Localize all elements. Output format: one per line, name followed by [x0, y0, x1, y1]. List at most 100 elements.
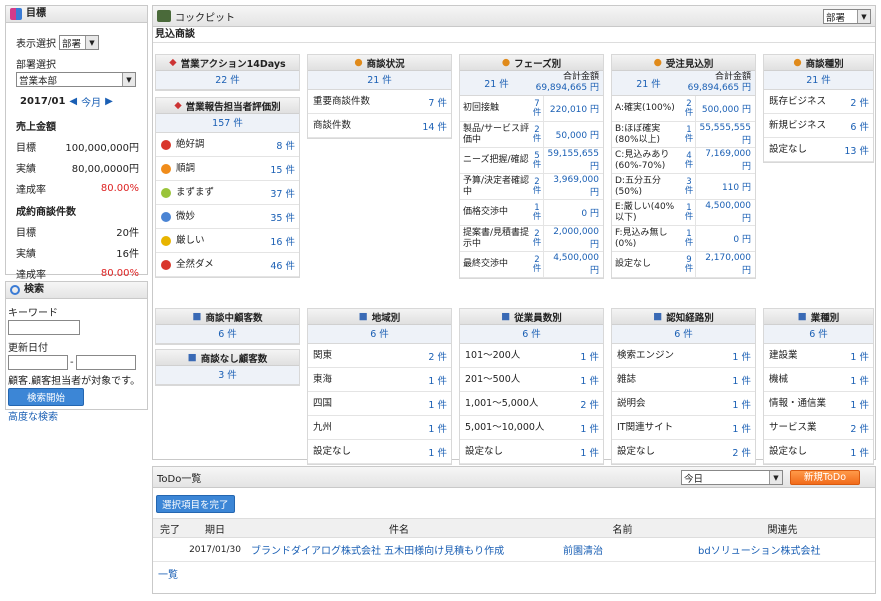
row-count-link[interactable]: 16 件 — [263, 234, 299, 248]
card-total-link[interactable]: 6 件 — [612, 325, 755, 344]
todo-related-link[interactable]: bdソリューション株式会社 — [690, 542, 875, 557]
card-total-link[interactable]: 21 件 — [308, 71, 451, 90]
row-amount-link[interactable]: 4,500,000 円 — [543, 252, 603, 277]
header-complete: 完了 — [160, 524, 180, 536]
row-count-link[interactable]: 14 件 — [415, 119, 451, 133]
row-count-link[interactable]: 1 件 — [415, 397, 451, 411]
row-amount-link[interactable]: 110 円 — [695, 174, 755, 199]
row-amount-link[interactable]: 2,170,000 円 — [695, 252, 755, 277]
date-from-input[interactable] — [8, 355, 68, 370]
row-count-link[interactable]: 2 件 — [683, 99, 695, 118]
row-amount-link[interactable]: 0 円 — [543, 200, 603, 225]
row-count-link[interactable]: 8 件 — [263, 138, 299, 152]
row-count-link[interactable]: 1 件 — [837, 397, 873, 411]
row-count-link[interactable]: 1 件 — [567, 349, 603, 363]
row-count-link[interactable]: 2 件 — [531, 177, 543, 196]
next-month-link[interactable]: ▶ — [105, 96, 113, 107]
new-todo-button[interactable]: 新規ToDo — [790, 470, 860, 485]
row-amount-link[interactable]: 59,155,655 円 — [543, 148, 603, 173]
row-count-link[interactable]: 1 件 — [567, 421, 603, 435]
row-label: まずまず — [176, 187, 215, 198]
dept-select[interactable]: 営業本部 ▼ — [16, 72, 136, 87]
todo-list-link[interactable]: 一覧 — [158, 570, 178, 581]
row-count-link[interactable]: 1 件 — [719, 349, 755, 363]
row-count-link[interactable]: 2 件 — [837, 95, 873, 109]
row-count-link[interactable]: 1 件 — [837, 445, 873, 459]
prev-month-link[interactable]: ◀ — [69, 96, 77, 107]
card-total-link[interactable]: 22 件 — [156, 71, 299, 90]
row-count-link[interactable]: 15 件 — [263, 162, 299, 176]
this-month-link[interactable]: 今月 — [81, 94, 101, 109]
row-count-link[interactable]: 1 件 — [415, 445, 451, 459]
row-count-link[interactable]: 35 件 — [263, 210, 299, 224]
advanced-search-link[interactable]: 高度な検索 — [8, 412, 58, 423]
row-amount-link[interactable]: 4,500,000 円 — [695, 200, 755, 225]
row-count-link[interactable]: 1 件 — [719, 397, 755, 411]
people-icon: ● — [793, 57, 802, 68]
row-count-link[interactable]: 6 件 — [837, 119, 873, 133]
row-count-link[interactable]: 4 件 — [683, 151, 695, 170]
chevron-down-icon: ▼ — [857, 10, 870, 23]
complete-selected-button[interactable]: 選択項目を完了 — [156, 495, 235, 513]
sum-value[interactable]: 69,894,665 円 — [536, 83, 599, 93]
cockpit-select[interactable]: 部署 ▼ — [823, 9, 871, 24]
row-amount-link[interactable]: 3,969,000 円 — [543, 174, 603, 199]
row-count-link[interactable]: 2 件 — [531, 229, 543, 248]
row-count-link[interactable]: 46 件 — [263, 258, 299, 272]
row-count-link[interactable]: 2 件 — [837, 421, 873, 435]
row-amount-link[interactable]: 0 円 — [695, 226, 755, 251]
row-count-link[interactable]: 1 件 — [837, 373, 873, 387]
row-count-link[interactable]: 2 件 — [567, 397, 603, 411]
row-count-link[interactable]: 5 件 — [531, 151, 543, 170]
keyword-input[interactable] — [8, 320, 80, 335]
todo-subject-link[interactable]: ブランドダイアログ株式会社 五木田様向け見積もり作成 — [243, 542, 555, 557]
date-to-input[interactable] — [75, 355, 136, 370]
card-total-link[interactable]: 6 件 — [764, 325, 873, 344]
card-total-link[interactable]: 3 件 — [156, 366, 299, 385]
row-count-link[interactable]: 1 件 — [415, 421, 451, 435]
row-count-link[interactable]: 37 件 — [263, 186, 299, 200]
row-count-link[interactable]: 1 件 — [683, 229, 695, 248]
sum-value[interactable]: 69,894,665 円 — [688, 83, 751, 93]
row-count-link[interactable]: 1 件 — [567, 373, 603, 387]
deals-target-row: 目標 20件 — [6, 221, 147, 242]
row-amount-link[interactable]: 2,000,000 円 — [543, 226, 603, 251]
row-count-link[interactable]: 1 件 — [683, 203, 695, 222]
row-count-link[interactable]: 1 件 — [837, 349, 873, 363]
row-count-link[interactable]: 2 件 — [531, 125, 543, 144]
row-count-link[interactable]: 3 件 — [683, 177, 695, 196]
card-total-link[interactable]: 6 件 — [460, 325, 603, 344]
row-count-link[interactable]: 2 件 — [415, 349, 451, 363]
row-count-link[interactable]: 1 件 — [567, 445, 603, 459]
row-amount-link[interactable]: 50,000 円 — [543, 122, 603, 147]
row-count-link[interactable]: 1 件 — [719, 373, 755, 387]
card-total-link[interactable]: 6 件 — [308, 325, 451, 344]
updated-date-label: 更新日付 — [8, 343, 48, 354]
list-item: D:五分五分(50%) 3 件 110 円 — [612, 174, 755, 200]
row-count-link[interactable]: 9 件 — [683, 255, 695, 274]
cockpit-select-value: 部署 — [826, 12, 846, 24]
card-total-link[interactable]: 21 件 — [460, 71, 533, 95]
row-count-link[interactable]: 1 件 — [719, 421, 755, 435]
todo-filter-select[interactable]: 今日 ▼ — [681, 470, 783, 485]
card-total-link[interactable]: 157 件 — [156, 114, 299, 133]
row-count-link[interactable]: 7 件 — [531, 99, 543, 118]
list-item: まずまず 37 件 — [156, 181, 299, 205]
row-count-link[interactable]: 1 件 — [531, 203, 543, 222]
card-total-link[interactable]: 21 件 — [612, 71, 685, 95]
card-total-link[interactable]: 6 件 — [156, 325, 299, 344]
row-amount-link[interactable]: 7,169,000 円 — [695, 148, 755, 173]
row-count-link[interactable]: 13 件 — [837, 143, 873, 157]
row-amount-link[interactable]: 55,555,555 円 — [695, 122, 755, 147]
row-count-link[interactable]: 2 件 — [531, 255, 543, 274]
row-count-link[interactable]: 1 件 — [415, 373, 451, 387]
row-count-link[interactable]: 1 件 — [683, 125, 695, 144]
card-total-link[interactable]: 21 件 — [764, 71, 873, 90]
display-select[interactable]: 部署 ▼ — [59, 35, 99, 50]
row-count-link[interactable]: 2 件 — [719, 445, 755, 459]
row-count-link[interactable]: 7 件 — [415, 95, 451, 109]
todo-name-link[interactable]: 前園清治 — [555, 542, 690, 557]
row-amount-link[interactable]: 500,000 円 — [695, 96, 755, 121]
row-amount-link[interactable]: 220,010 円 — [543, 96, 603, 121]
search-button[interactable]: 検索開始 — [8, 388, 85, 406]
